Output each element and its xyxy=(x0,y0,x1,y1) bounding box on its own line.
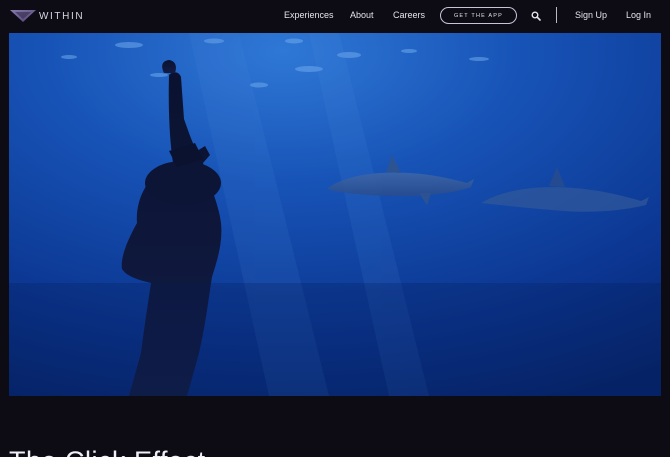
log-in-link[interactable]: Log In xyxy=(626,10,651,21)
hero-underwater-scene xyxy=(9,33,661,396)
get-the-app-label: GET THE APP xyxy=(453,12,504,19)
nav-careers-link[interactable]: Careers xyxy=(393,10,425,21)
nav-experiences-link[interactable]: Experiences xyxy=(284,10,334,21)
hero-video[interactable] xyxy=(9,33,661,396)
page-title: The Click Effect xyxy=(9,445,206,457)
within-triangle-logo-icon xyxy=(10,10,36,22)
page: WITHIN Experiences About Careers GET THE… xyxy=(0,0,670,457)
top-navigation: WITHIN Experiences About Careers GET THE… xyxy=(0,0,670,32)
nav-about-link[interactable]: About xyxy=(350,10,374,21)
brand-logo[interactable]: WITHIN xyxy=(10,8,84,24)
search-icon[interactable] xyxy=(531,11,541,21)
brand-name: WITHIN xyxy=(39,10,85,22)
nav-divider xyxy=(556,7,557,23)
get-the-app-button[interactable]: GET THE APP xyxy=(440,7,517,24)
sign-up-link[interactable]: Sign Up xyxy=(575,10,607,21)
